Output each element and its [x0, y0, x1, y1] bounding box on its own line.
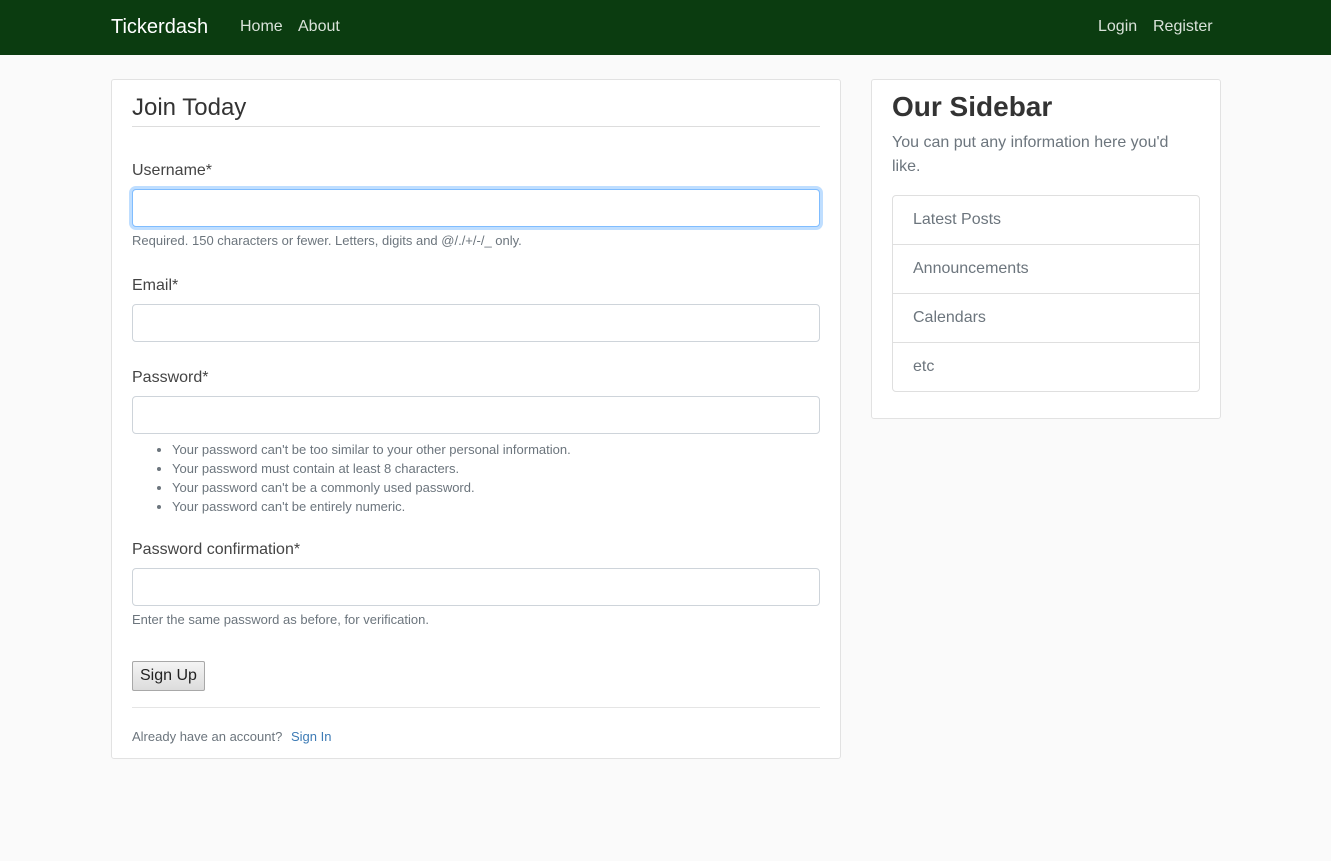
- nav-register-link[interactable]: Register: [1153, 17, 1213, 36]
- email-input[interactable]: [132, 304, 820, 342]
- sidebar-item-etc[interactable]: etc: [893, 343, 1199, 391]
- password-confirmation-input[interactable]: [132, 568, 820, 606]
- password-input[interactable]: [132, 396, 820, 434]
- nav-home-link[interactable]: Home: [240, 17, 283, 36]
- account-prompt-text: Already have an account?: [132, 729, 283, 744]
- password-help-item: Your password must contain at least 8 ch…: [172, 459, 571, 478]
- sign-in-link[interactable]: Sign In: [291, 729, 331, 744]
- sidebar-description: You can put any information here you'd l…: [892, 134, 1169, 175]
- nav-login-link[interactable]: Login: [1098, 17, 1137, 36]
- registration-card: Join Today Username* Required. 150 chara…: [111, 79, 841, 759]
- sidebar-item-calendars[interactable]: Calendars: [893, 294, 1199, 343]
- form-legend: Join Today: [132, 94, 820, 127]
- email-label: Email*: [132, 277, 179, 294]
- username-input[interactable]: [132, 189, 820, 227]
- brand-link[interactable]: Tickerdash: [111, 16, 208, 38]
- password-help-list: Your password can't be too similar to yo…: [132, 440, 571, 516]
- top-navbar: Tickerdash Home About Login Register: [0, 0, 1331, 55]
- sidebar-item-announcements[interactable]: Announcements: [893, 245, 1199, 294]
- password-confirmation-label: Password confirmation*: [132, 541, 301, 558]
- sidebar-card: Our Sidebar You can put any information …: [871, 79, 1221, 419]
- password-help-item: Your password can't be a commonly used p…: [172, 478, 571, 497]
- password-help-item: Your password can't be too similar to yo…: [172, 440, 571, 459]
- sign-up-button[interactable]: Sign Up: [132, 661, 205, 691]
- sidebar-title: Our Sidebar: [892, 91, 1053, 122]
- sidebar-list: Latest Posts Announcements Calendars etc: [892, 195, 1200, 392]
- form-divider: [132, 707, 820, 708]
- username-help-text: Required. 150 characters or fewer. Lette…: [132, 233, 522, 248]
- nav-about-link[interactable]: About: [298, 17, 340, 36]
- username-label: Username*: [132, 162, 213, 179]
- password-confirmation-help-text: Enter the same password as before, for v…: [132, 612, 429, 627]
- password-label: Password*: [132, 369, 209, 386]
- password-help-item: Your password can't be entirely numeric.: [172, 497, 571, 516]
- sidebar-item-latest-posts[interactable]: Latest Posts: [893, 196, 1199, 245]
